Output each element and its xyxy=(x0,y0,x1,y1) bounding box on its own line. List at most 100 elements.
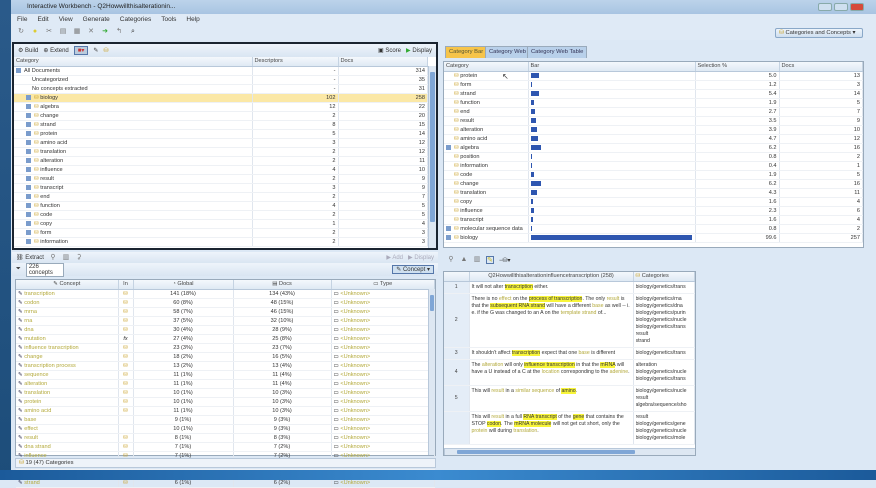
extend-button[interactable]: ⊕ Extend xyxy=(43,47,68,54)
col-docs[interactable]: ▤ Docs xyxy=(233,280,332,290)
concept-row[interactable]: ✎ sequence ⛁ 11 (1%) 11 (4%) ▭ <Unknown> xyxy=(16,370,435,380)
concept-row[interactable]: ✎ rna ⛁ 37 (5%) 32 (10%) ▭ <Unknown> xyxy=(16,316,435,326)
category-row[interactable]: ⛁ code 2 5 xyxy=(14,210,428,220)
forward-icon[interactable]: ➜ xyxy=(101,28,109,36)
tool-icon-a[interactable]: ⚲ xyxy=(447,256,455,264)
col-global[interactable]: ◔ Global xyxy=(133,280,234,290)
bar-row[interactable]: ⛁ change 6.2 16 xyxy=(444,179,863,189)
open-icon[interactable]: ● xyxy=(31,28,39,36)
delete-icon[interactable]: ✕ xyxy=(87,28,95,36)
category-row[interactable]: ⛁ alteration 2 11 xyxy=(14,156,428,166)
category-row[interactable]: No concepts extracted -31 xyxy=(14,84,428,94)
add-button[interactable]: ▶ Add xyxy=(386,254,403,261)
back-icon[interactable]: ↰ xyxy=(115,28,123,36)
categories-scrollbar[interactable] xyxy=(428,66,436,248)
build-button[interactable]: ⚙ Build xyxy=(18,47,38,54)
documents-hscrollbar[interactable] xyxy=(444,448,695,455)
col-document[interactable]: Q2Howwillthisalterationinfluencetranscri… xyxy=(469,272,634,282)
col-docs[interactable]: Docs xyxy=(338,57,428,67)
tool-icon-b[interactable]: ▲ xyxy=(460,256,468,264)
bar-row[interactable]: ⛁ function 1.9 5 xyxy=(444,98,863,108)
new-icon[interactable]: ↻ xyxy=(17,28,25,36)
collapse-icon[interactable] xyxy=(16,67,21,73)
category-row[interactable]: ⛁ amino acid 3 12 xyxy=(14,138,428,148)
maximize-button[interactable] xyxy=(834,3,848,11)
expand-icon[interactable] xyxy=(446,144,451,150)
expand-icon[interactable] xyxy=(26,229,31,235)
expand-icon[interactable] xyxy=(446,234,451,240)
menu-categories[interactable]: Categories xyxy=(120,16,151,25)
bar-row[interactable]: ⛁ translation 4.3 11 xyxy=(444,188,863,198)
bar-row[interactable]: ⛁ influence 2.3 6 xyxy=(444,206,863,216)
expand-icon[interactable] xyxy=(26,112,31,118)
concept-row[interactable]: ✎ alteration ⛁ 11 (1%) 11 (4%) ▭ <Unknown> xyxy=(16,379,435,389)
menu-generate[interactable]: Generate xyxy=(83,16,110,25)
document-row[interactable]: 3 It shouldn't affect transcription expec… xyxy=(444,347,695,360)
document-row[interactable]: 4 The alteration will only influence tran… xyxy=(444,359,695,386)
col-bar[interactable]: Bar xyxy=(528,62,696,72)
col-type[interactable]: ▭ Type xyxy=(331,280,435,290)
tool-icon-1[interactable]: ⚲ xyxy=(49,254,57,262)
copy-icon[interactable]: ▤ xyxy=(59,28,67,36)
col-category[interactable]: Category xyxy=(14,57,253,67)
concept-row[interactable]: ✎ codon ⛁ 60 (8%) 48 (15%) ▭ <Unknown> xyxy=(16,298,435,308)
bar-row[interactable]: ⛁ transcript 1.6 4 xyxy=(444,215,863,225)
category-row[interactable]: Uncategorized -35 xyxy=(14,75,428,85)
expand-icon[interactable] xyxy=(26,175,31,181)
category-row[interactable]: ⛁ form 2 3 xyxy=(14,228,428,238)
categories-menu-button[interactable]: ■▾ xyxy=(73,46,89,55)
col-in[interactable]: In xyxy=(118,280,134,290)
document-row[interactable]: 2 There is no effect on the process of tr… xyxy=(444,293,695,348)
category-row[interactable]: ⛁ algebra 12 22 xyxy=(14,102,428,112)
highlight-icon[interactable]: ✎ xyxy=(486,256,494,264)
concepts-scrollbar[interactable] xyxy=(428,289,435,455)
menu-edit[interactable]: Edit xyxy=(37,16,48,25)
col-docs[interactable]: Docs xyxy=(779,62,863,72)
expand-icon[interactable] xyxy=(26,220,31,226)
category-row[interactable]: ⛁ transcript 3 9 xyxy=(14,183,428,193)
concept-row[interactable]: ✎ dna strand ⛁ 7 (1%) 7 (2%) ▭ <Unknown> xyxy=(16,442,435,452)
expand-icon[interactable] xyxy=(26,139,31,145)
extract-button[interactable]: ⛓ Extract xyxy=(16,254,44,261)
concept-row[interactable]: ✎ base 9 (1%) 9 (3%) ▭ <Unknown> xyxy=(16,415,435,425)
expand-icon[interactable] xyxy=(26,184,31,190)
concept-row[interactable]: ✎ transcription ⛁ 141 (18%) 134 (43%) ▭ <Unk… xyxy=(16,289,435,299)
concept-type-dropdown[interactable]: ✎ Concept ▾ xyxy=(392,265,434,274)
category-row[interactable]: ⛁ end 2 7 xyxy=(14,192,428,202)
expand-icon[interactable] xyxy=(26,193,31,199)
expand-icon[interactable] xyxy=(26,166,31,172)
concept-row[interactable]: ✎ effect 10 (1%) 9 (3%) ▭ <Unknown> xyxy=(16,424,435,434)
expand-icon[interactable] xyxy=(26,103,31,109)
filter-icon[interactable]: ⏷ xyxy=(16,266,21,273)
edit-icon[interactable]: ✎ xyxy=(93,47,98,54)
concept-filter-field[interactable]: 226 concepts xyxy=(25,262,64,277)
concept-row[interactable]: ✎ mrna ⛁ 58 (7%) 46 (15%) ▭ <Unknown> xyxy=(16,307,435,317)
close-button[interactable] xyxy=(850,3,864,11)
bar-row[interactable]: ⛁ biology 99.6 257 xyxy=(444,233,863,243)
category-row[interactable]: ⛁ copy 1 4 xyxy=(14,219,428,229)
concept-row[interactable]: ✎ protein ⛁ 10 (1%) 10 (3%) ▭ <Unknown> xyxy=(16,397,435,407)
concept-row[interactable]: ✎ mutation fx 27 (4%) 25 (8%) ▭ <Unknown> xyxy=(16,334,435,344)
concept-row[interactable]: ✎ translation ⛁ 10 (1%) 10 (3%) ▭ <Unknown> xyxy=(16,388,435,398)
expand-icon[interactable] xyxy=(26,202,31,208)
expand-icon[interactable] xyxy=(26,238,31,244)
category-row[interactable]: All Documents -314 xyxy=(14,66,428,76)
bar-row[interactable]: ⛁ code 1.9 5 xyxy=(444,170,863,180)
category-row[interactable]: ⛁ protein 5 14 xyxy=(14,129,428,139)
bar-row[interactable]: ⛁ strand 5.4 14 xyxy=(444,89,863,99)
view-selector-dropdown[interactable]: ⛁ Categories and Concepts ▾ xyxy=(775,28,863,38)
cut-icon[interactable]: ✂ xyxy=(45,28,53,36)
tab-category-web[interactable]: Category Web xyxy=(485,46,530,58)
expand-icon[interactable] xyxy=(26,211,31,217)
expand-icon[interactable] xyxy=(446,225,451,231)
bar-row[interactable]: ⛁ molecular sequence data 0.8 2 xyxy=(444,224,863,234)
expand-icon[interactable] xyxy=(26,157,31,163)
expand-icon[interactable] xyxy=(26,94,31,100)
bar-row[interactable]: ⛁ information 0.4 1 xyxy=(444,161,863,171)
display-button[interactable]: ▶ Display xyxy=(406,47,432,54)
col-selection[interactable]: Selection % xyxy=(695,62,780,72)
category-tool-dropdown[interactable]: −⛁▾ xyxy=(499,257,511,264)
tool-icon-3[interactable]: ⚳ xyxy=(75,254,83,262)
menu-help[interactable]: Help xyxy=(186,16,199,25)
display-button[interactable]: ▶ Display xyxy=(408,254,434,261)
